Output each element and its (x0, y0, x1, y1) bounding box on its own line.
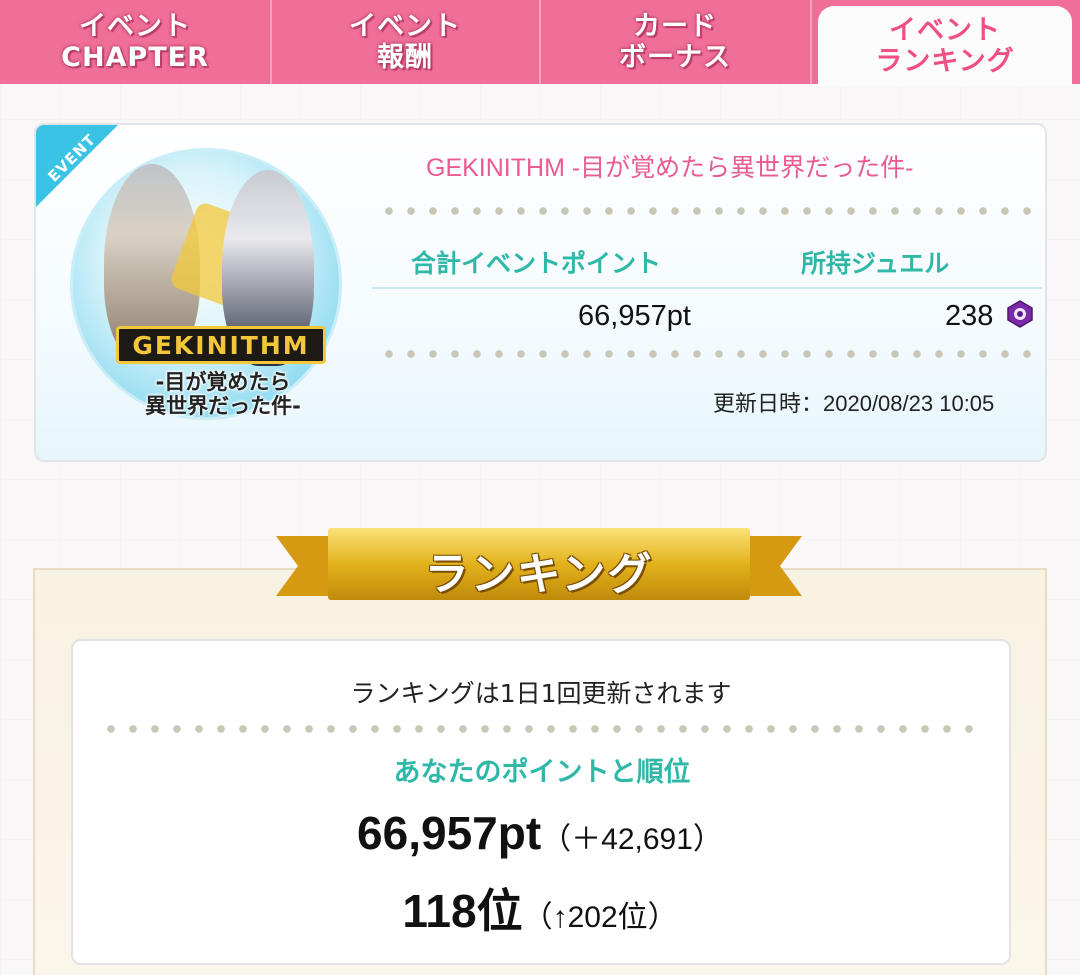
tab-label-line2: CHAPTER (61, 42, 209, 73)
your-rank-delta: （↑202位） (522, 901, 678, 934)
dotted-divider (100, 725, 980, 733)
tab-label-line1: イベント (349, 11, 461, 42)
your-rank-value: 118位 (402, 885, 523, 937)
your-points-row: 66,957pt（＋42,691） (0, 806, 1080, 860)
jewel-icon (1007, 300, 1033, 328)
ranking-update-note: ランキングは1日1回更新されます (350, 679, 732, 708)
jewel-value: 238 (945, 300, 994, 332)
last-updated: 更新日時：2020/08/23 10:05 (713, 391, 995, 416)
tab-divider (810, 0, 812, 84)
event-title: GEKINITHM -目が覚めたら異世界だった件- (426, 154, 914, 182)
tab-label-line2: 報酬 (377, 42, 433, 73)
jewel-label: 所持ジュエル (801, 249, 950, 278)
ranking-title: ランキング (424, 549, 654, 600)
tab-event-reward[interactable]: イベント 報酬 (271, 0, 539, 84)
tab-card-bonus[interactable]: カード ボーナス (540, 0, 810, 84)
tab-label-line2: ボーナス (619, 42, 731, 73)
your-rank-row: 118位（↑202位） (0, 875, 1080, 941)
dotted-divider (378, 207, 1038, 215)
emblem-logo: GEKINITHM (116, 326, 326, 364)
header-underline (372, 287, 1042, 289)
your-points-value: 66,957pt (357, 807, 542, 859)
tab-label-line2: ランキング (875, 46, 1015, 77)
total-points-value: 66,957pt (578, 300, 691, 332)
emblem-subtitle-line1: -目が覚めたら (155, 370, 291, 394)
emblem-subtitle: -目が覚めたら 異世界だった件- (108, 370, 338, 418)
tab-label-line1: カード (633, 11, 717, 42)
emblem-subtitle-line2: 異世界だった件- (145, 394, 301, 418)
total-points-label: 合計イベントポイント (411, 249, 662, 278)
your-points-delta: （＋42,691） (541, 823, 723, 856)
tab-event-chapter[interactable]: イベント CHAPTER (0, 0, 270, 84)
tab-event-ranking[interactable]: イベント ランキング (818, 6, 1072, 86)
tab-label-line1: イベント (889, 15, 1001, 46)
dotted-divider (378, 350, 1038, 358)
your-points-rank-heading: あなたのポイントと順位 (393, 757, 691, 788)
tab-label-line1: イベント (79, 11, 191, 42)
event-emblem: GEKINITHM -目が覚めたら 異世界だった件- (70, 148, 342, 434)
